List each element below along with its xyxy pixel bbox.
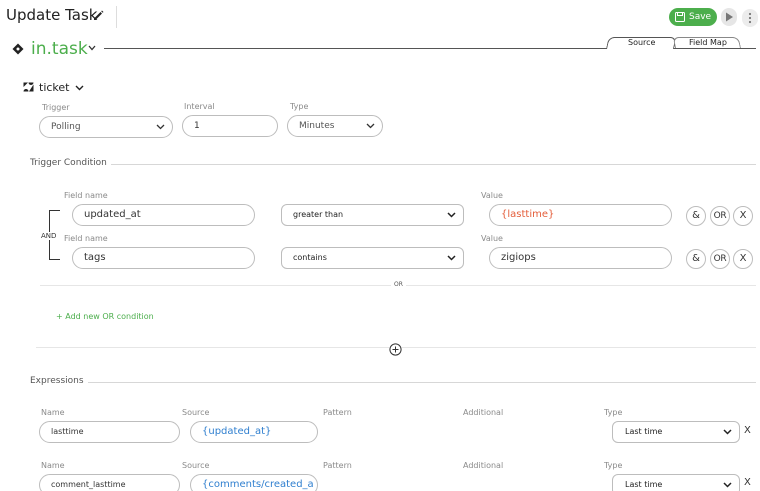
- app-selector[interactable]: in.task: [31, 39, 88, 59]
- type-label: Type: [290, 102, 309, 111]
- or-separator-label: OR: [391, 281, 406, 288]
- chevron-down-icon: [447, 212, 456, 218]
- condition-operator-select[interactable]: contains: [281, 247, 464, 269]
- plus-circle-icon: [389, 343, 402, 356]
- trigger-condition-line: [30, 164, 756, 165]
- chevron-down-icon: [723, 482, 732, 488]
- condition-field-input[interactable]: tags: [72, 247, 255, 269]
- add-condition-group-button[interactable]: [389, 341, 402, 356]
- app-row-line: [104, 48, 606, 49]
- interval-input[interactable]: 1: [182, 115, 278, 137]
- interval-label: Interval: [184, 102, 215, 111]
- save-label: Save: [689, 12, 712, 22]
- expr-source-input[interactable]: {updated_at}: [190, 421, 318, 443]
- add-and-condition-button[interactable]: &: [686, 249, 706, 269]
- expr-type-label: Type: [604, 408, 623, 417]
- expressions-title: Expressions: [30, 376, 88, 386]
- condition-value-input[interactable]: {lasttime}: [489, 204, 672, 226]
- trigger-label: Trigger: [42, 103, 70, 112]
- save-icon: [675, 12, 685, 22]
- entity-selector[interactable]: ticket: [39, 81, 69, 94]
- remove-expression-button[interactable]: X: [744, 477, 751, 488]
- expressions-line: [30, 382, 756, 383]
- run-button[interactable]: [721, 8, 737, 26]
- expr-name-input[interactable]: comment_lasttime: [39, 474, 180, 491]
- value-label: Value: [481, 191, 503, 200]
- condition-value-input[interactable]: zigiops: [489, 247, 672, 269]
- expr-name-label: Name: [41, 408, 65, 417]
- remove-condition-button[interactable]: X: [733, 206, 753, 226]
- expr-type-label: Type: [604, 461, 623, 470]
- tab-field-map-label: Field Map: [689, 38, 727, 47]
- field-name-label: Field name: [64, 191, 108, 200]
- zendesk-logo-icon: [23, 82, 34, 92]
- interval-type-select[interactable]: Minutes: [287, 115, 383, 137]
- more-vertical-icon: [748, 12, 752, 24]
- expr-name-label: Name: [41, 461, 65, 470]
- value-label: Value: [481, 234, 503, 243]
- add-or-condition-button[interactable]: OR: [710, 206, 730, 226]
- remove-expression-button[interactable]: X: [744, 425, 751, 436]
- expr-pattern-label: Pattern: [323, 461, 352, 470]
- chevron-down-icon: [723, 429, 732, 435]
- add-or-condition-link[interactable]: + Add new OR condition: [56, 312, 154, 321]
- page-title-text: Update Task: [6, 6, 98, 24]
- expr-type-value: Last time: [625, 480, 663, 489]
- remove-condition-button[interactable]: X: [733, 249, 753, 269]
- chevron-down-icon[interactable]: [88, 45, 96, 51]
- more-options-button[interactable]: [742, 9, 758, 27]
- expr-source-label: Source: [182, 461, 210, 470]
- save-button[interactable]: Save: [669, 8, 717, 26]
- trigger-select[interactable]: Polling: [39, 116, 173, 138]
- expr-source-label: Source: [182, 408, 210, 417]
- app-diamond-icon: [12, 43, 24, 55]
- header-divider: [116, 6, 117, 28]
- edit-pencil-icon[interactable]: [92, 7, 105, 20]
- condition-field-input[interactable]: updated_at: [72, 204, 255, 226]
- expr-type-select[interactable]: Last time: [612, 421, 740, 443]
- chevron-down-icon: [366, 123, 375, 129]
- and-label: AND: [40, 232, 58, 240]
- expr-name-input[interactable]: lasttime: [39, 421, 180, 443]
- play-icon: [726, 12, 733, 22]
- chevron-down-icon: [447, 255, 456, 261]
- expr-type-select[interactable]: Last time: [612, 474, 740, 491]
- add-or-condition-button[interactable]: OR: [710, 249, 730, 269]
- app-name: in.task: [31, 39, 88, 59]
- page-title: Update Task: [6, 6, 97, 24]
- add-and-condition-button[interactable]: &: [686, 206, 706, 226]
- field-name-label: Field name: [64, 234, 108, 243]
- expr-additional-label: Additional: [463, 408, 504, 417]
- interval-type-value: Minutes: [299, 121, 335, 131]
- tab-source-label: Source: [628, 38, 656, 47]
- condition-operator-select[interactable]: greater than: [281, 204, 464, 226]
- chevron-down-icon[interactable]: [75, 85, 84, 91]
- expr-pattern-label: Pattern: [323, 408, 352, 417]
- chevron-down-icon: [156, 124, 165, 130]
- expr-type-value: Last time: [625, 427, 663, 436]
- condition-operator-value: contains: [293, 253, 327, 262]
- expr-source-input[interactable]: {comments/created_a: [190, 474, 318, 491]
- trigger-value: Polling: [51, 122, 81, 132]
- trigger-condition-title: Trigger Condition: [30, 158, 111, 168]
- condition-operator-value: greater than: [293, 210, 344, 219]
- entity-name: ticket: [39, 81, 70, 94]
- expr-additional-label: Additional: [463, 461, 504, 470]
